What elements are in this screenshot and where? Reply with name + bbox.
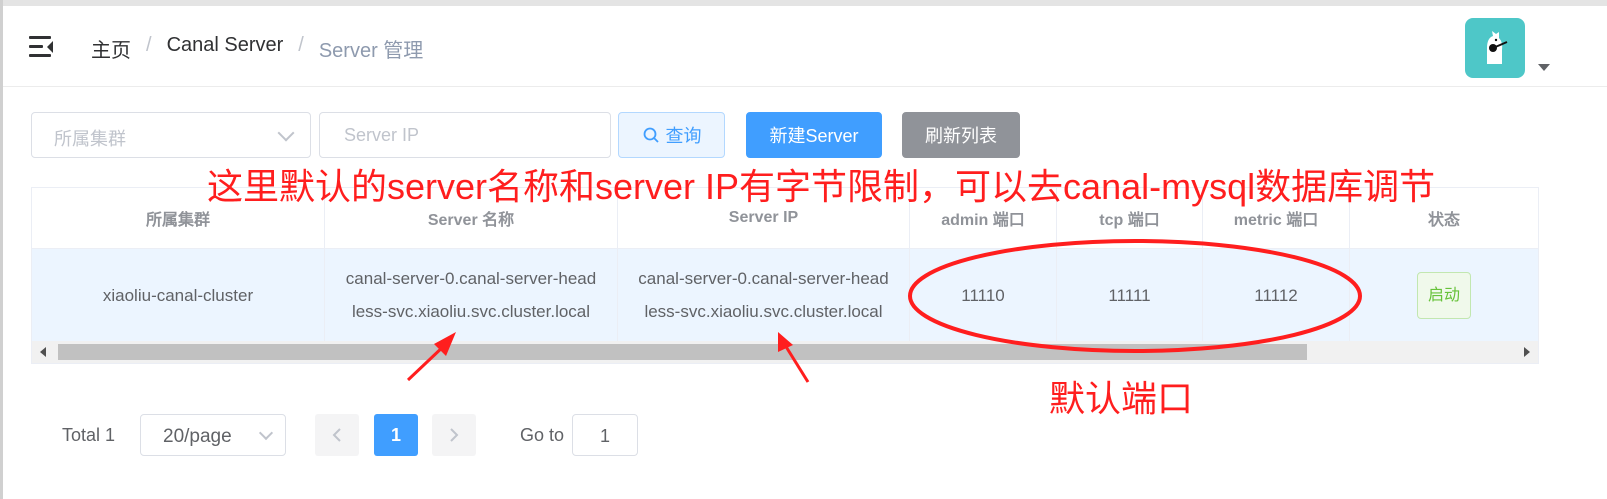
breadcrumb-separator: / bbox=[298, 34, 304, 56]
scrollbar-thumb[interactable] bbox=[58, 344, 1307, 360]
caret-down-icon[interactable] bbox=[1538, 64, 1550, 71]
page-size-select[interactable]: 20/page bbox=[140, 414, 286, 456]
breadcrumb-separator: / bbox=[146, 34, 152, 56]
cell-admin-port: 11110 bbox=[910, 249, 1057, 341]
filter-toolbar: 所属集群 Server IP 查询 新建Server 刷新列表 bbox=[0, 112, 1607, 160]
search-icon bbox=[643, 127, 659, 143]
cluster-select-placeholder: 所属集群 bbox=[54, 129, 126, 149]
goto-label: Go to bbox=[520, 425, 565, 445]
server-table: 所属集群 Server 名称 Server IP admin 端口 tcp 端口… bbox=[31, 187, 1539, 364]
query-button-label: 查询 bbox=[665, 126, 702, 146]
chevron-left-icon[interactable] bbox=[40, 347, 46, 357]
table-row[interactable]: xiaoliu-canal-cluster canal-server-0.can… bbox=[32, 249, 1538, 341]
cell-metric-port: 11112 bbox=[1203, 249, 1350, 341]
server-name-line1: canal-server-0.canal-server-head bbox=[345, 269, 597, 288]
server-ip-line1: canal-server-0.canal-server-head bbox=[638, 269, 889, 288]
breadcrumb-current: Server 管理 bbox=[318, 40, 424, 62]
chevron-down-icon bbox=[277, 124, 295, 142]
hamburger-icon[interactable] bbox=[29, 36, 55, 58]
breadcrumb: 主页 / Canal Server / Server 管理 bbox=[91, 34, 423, 63]
chevron-right-icon bbox=[450, 428, 459, 442]
cell-server-ip: canal-server-0.canal-server-head less-sv… bbox=[618, 249, 910, 341]
chevron-left-icon bbox=[332, 428, 341, 442]
refresh-list-label: 刷新列表 bbox=[925, 126, 997, 146]
annotation-top-text: 这里默认的server名称和server IP有字节限制，可以去canal-my… bbox=[207, 166, 1436, 207]
next-page-button[interactable] bbox=[432, 414, 476, 456]
server-name-line2: less-svc.xiaoliu.svc.cluster.local bbox=[351, 302, 591, 321]
page-number-current[interactable]: 1 bbox=[374, 414, 418, 456]
cell-server-name: canal-server-0.canal-server-head less-sv… bbox=[325, 249, 618, 341]
prev-page-button[interactable] bbox=[315, 414, 359, 456]
new-server-label: 新建Server bbox=[769, 126, 859, 146]
avatar[interactable] bbox=[1465, 18, 1525, 78]
page-size-value: 20/page bbox=[163, 426, 232, 447]
goto-page-input[interactable]: 1 bbox=[572, 414, 638, 456]
server-ip-input[interactable]: Server IP bbox=[319, 112, 611, 158]
chevron-down-icon bbox=[258, 425, 274, 441]
avatar-icon bbox=[1487, 31, 1508, 64]
pagination-total: Total 1 bbox=[62, 425, 116, 445]
cluster-select[interactable]: 所属集群 bbox=[31, 112, 311, 158]
horizontal-scrollbar[interactable] bbox=[32, 341, 1538, 363]
cell-tcp-port: 11111 bbox=[1057, 249, 1203, 341]
server-ip-line2: less-svc.xiaoliu.svc.cluster.local bbox=[644, 302, 883, 321]
new-server-button[interactable]: 新建Server bbox=[746, 112, 882, 158]
pagination: Total 1 20/page 1 Go to 1 bbox=[0, 414, 1607, 456]
breadcrumb-canal-server[interactable]: Canal Server bbox=[167, 34, 284, 63]
navbar: 主页 / Canal Server / Server 管理 bbox=[3, 6, 1607, 87]
cell-status: 启动 bbox=[1350, 249, 1538, 341]
refresh-list-button[interactable]: 刷新列表 bbox=[902, 112, 1020, 158]
status-badge: 启动 bbox=[1416, 271, 1471, 319]
annotation-bottom-text: 默认端口 bbox=[1049, 378, 1194, 419]
query-button[interactable]: 查询 bbox=[618, 112, 725, 158]
server-ip-placeholder: Server IP bbox=[344, 125, 420, 145]
chevron-right-icon[interactable] bbox=[1524, 347, 1530, 357]
breadcrumb-home[interactable]: 主页 bbox=[91, 34, 131, 63]
cell-cluster: xiaoliu-canal-cluster bbox=[32, 249, 325, 341]
